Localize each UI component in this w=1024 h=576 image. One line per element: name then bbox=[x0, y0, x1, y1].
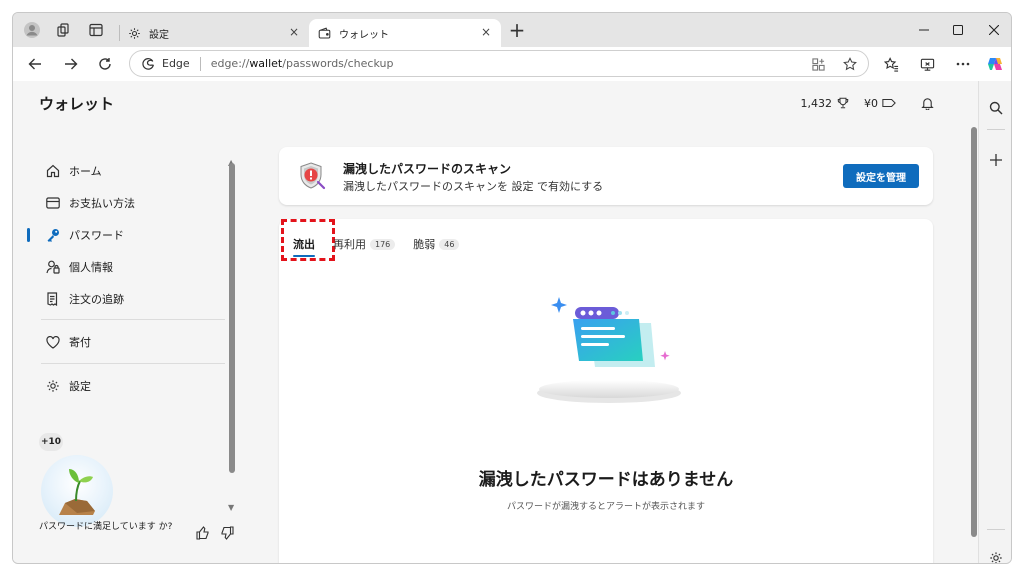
copilot-icon[interactable] bbox=[983, 53, 1007, 75]
sidebar-item-label: 個人情報 bbox=[69, 261, 113, 274]
page-header: ウォレット 1,432 ¥0 bbox=[13, 81, 978, 129]
sidebar-item-label: 設定 bbox=[69, 380, 91, 393]
edge-label: Edge bbox=[162, 57, 190, 70]
password-checkup-card: 流出 再利用 176 脆弱 46 漏洩したパスワードはありません パスワードが漏… bbox=[279, 219, 933, 563]
favorite-star-icon[interactable] bbox=[842, 56, 858, 72]
tab-count-badge: 46 bbox=[439, 238, 460, 250]
home-icon bbox=[45, 163, 61, 179]
scroll-down-arrow[interactable]: ▼ bbox=[228, 503, 234, 512]
banner-title: 漏洩したパスワードのスキャン bbox=[343, 162, 512, 176]
edge-logo-icon bbox=[140, 56, 156, 72]
empty-state-title: 漏洩したパスワードはありません bbox=[478, 470, 734, 490]
sidebar-item-order-tracking[interactable]: 注文の追跡 bbox=[27, 285, 227, 313]
page-title: ウォレット bbox=[39, 95, 115, 113]
sidebar-item-label: パスワード bbox=[69, 229, 124, 242]
new-tab-button[interactable]: + bbox=[507, 20, 527, 41]
manage-settings-button[interactable]: 設定を管理 bbox=[843, 164, 919, 188]
sidebar-divider bbox=[987, 529, 1005, 530]
tab-count-badge: 176 bbox=[370, 238, 396, 250]
shield-warning-icon bbox=[297, 160, 329, 192]
forward-button[interactable] bbox=[59, 53, 83, 75]
feedback-question: パスワードに満足しています か? bbox=[39, 522, 173, 532]
empty-state-illustration bbox=[529, 289, 689, 409]
tab-title: ウォレット bbox=[339, 29, 389, 41]
url-host: wallet bbox=[249, 57, 283, 70]
tab-settings[interactable]: 設定 × bbox=[119, 19, 309, 47]
refresh-button[interactable] bbox=[93, 53, 117, 75]
url-text: edge://wallet/passwords/checkup bbox=[210, 57, 394, 70]
tab-reused[interactable]: 再利用 176 bbox=[333, 229, 396, 259]
search-icon[interactable] bbox=[987, 99, 1005, 117]
cashback-amount[interactable]: ¥0 bbox=[864, 97, 878, 110]
gear-icon bbox=[127, 26, 141, 40]
leak-scan-banner: 漏洩したパスワードのスキャン 漏洩したパスワードのスキャンを 設定 で有効にする… bbox=[279, 147, 933, 205]
cashback-tag-icon[interactable] bbox=[882, 96, 896, 110]
person-icon bbox=[45, 259, 61, 275]
tab-label: 流出 bbox=[293, 238, 315, 251]
back-button[interactable] bbox=[23, 53, 47, 75]
password-tabs: 流出 再利用 176 脆弱 46 bbox=[293, 229, 477, 259]
app-available-icon[interactable] bbox=[810, 56, 826, 72]
tab-label: 脆弱 bbox=[413, 238, 436, 251]
maximize-button[interactable] bbox=[945, 19, 971, 41]
sidebar-scrollbar[interactable] bbox=[229, 163, 235, 473]
close-tab-button[interactable]: × bbox=[479, 25, 493, 39]
sidebar-item-home[interactable]: ホーム bbox=[27, 157, 227, 185]
tab-weak[interactable]: 脆弱 46 bbox=[413, 229, 460, 259]
favorites-icon[interactable] bbox=[879, 53, 903, 75]
wallet-page: ウォレット 1,432 ¥0 ホーム お支払い方法 パスワード 個人情報 注文の… bbox=[13, 81, 978, 563]
rewards-trophy-icon[interactable] bbox=[836, 96, 850, 110]
address-bar[interactable]: Edge edge://wallet/passwords/checkup bbox=[129, 50, 869, 77]
sidebar-item-label: 注文の追跡 bbox=[69, 293, 124, 306]
heart-icon bbox=[45, 334, 61, 350]
tab-wallet[interactable]: ウォレット × bbox=[309, 19, 501, 47]
sidebar-item-label: お支払い方法 bbox=[69, 197, 135, 210]
tab-label: 再利用 bbox=[333, 238, 366, 251]
sidebar-item-label: ホーム bbox=[69, 165, 102, 178]
sidebar-item-payment[interactable]: お支払い方法 bbox=[27, 189, 227, 217]
tab-leaked[interactable]: 流出 bbox=[293, 229, 315, 259]
points-badge: +10 bbox=[39, 433, 63, 451]
empty-state-description: パスワードが漏洩するとアラートが表示されます bbox=[506, 502, 705, 512]
sidebar-item-passwords[interactable]: パスワード bbox=[27, 221, 227, 249]
workspaces-icon[interactable] bbox=[55, 21, 73, 39]
sidebar-divider bbox=[987, 129, 1005, 130]
sidebar-divider bbox=[41, 363, 225, 364]
card-icon bbox=[45, 195, 61, 211]
banner-description: 漏洩したパスワードのスキャンを 設定 で有効にする bbox=[343, 180, 604, 193]
browser-window: 設定 × ウォレット × + Edge edge://wallet/passwo… bbox=[12, 12, 1012, 564]
gear-icon bbox=[45, 378, 61, 394]
sidebar-item-donation[interactable]: 寄付 bbox=[27, 328, 227, 356]
tab-actions-icon[interactable] bbox=[87, 21, 105, 39]
close-window-button[interactable] bbox=[981, 19, 1007, 41]
tab-strip: 設定 × ウォレット × + bbox=[13, 13, 1011, 47]
header-rewards: 1,432 ¥0 bbox=[801, 96, 939, 110]
plant-illustration bbox=[41, 455, 113, 527]
key-icon bbox=[45, 227, 61, 243]
address-separator bbox=[199, 56, 201, 71]
main-scrollbar[interactable] bbox=[971, 127, 977, 537]
gear-icon[interactable] bbox=[987, 549, 1005, 563]
notification-bell-icon[interactable] bbox=[920, 96, 934, 110]
sidebar-divider bbox=[41, 319, 225, 320]
screenshot-icon[interactable] bbox=[915, 53, 939, 75]
receipt-icon bbox=[45, 291, 61, 307]
sidebar-item-settings[interactable]: 設定 bbox=[27, 372, 227, 400]
more-options-icon[interactable] bbox=[951, 53, 975, 75]
edge-sidebar bbox=[978, 81, 1011, 563]
thumbs-down-icon[interactable] bbox=[219, 525, 235, 541]
sidebar-item-label: 寄付 bbox=[69, 336, 91, 349]
sidebar-item-personal-info[interactable]: 個人情報 bbox=[27, 253, 227, 281]
browser-toolbar: Edge edge://wallet/passwords/checkup bbox=[13, 47, 1011, 81]
minimize-button[interactable] bbox=[911, 19, 937, 41]
tab-title: 設定 bbox=[149, 29, 169, 41]
thumbs-up-icon[interactable] bbox=[195, 525, 211, 541]
profile-icon[interactable] bbox=[23, 21, 41, 39]
close-tab-button[interactable]: × bbox=[287, 25, 301, 39]
add-icon[interactable] bbox=[987, 151, 1005, 169]
wallet-icon bbox=[317, 26, 331, 40]
rewards-points[interactable]: 1,432 bbox=[801, 97, 833, 110]
